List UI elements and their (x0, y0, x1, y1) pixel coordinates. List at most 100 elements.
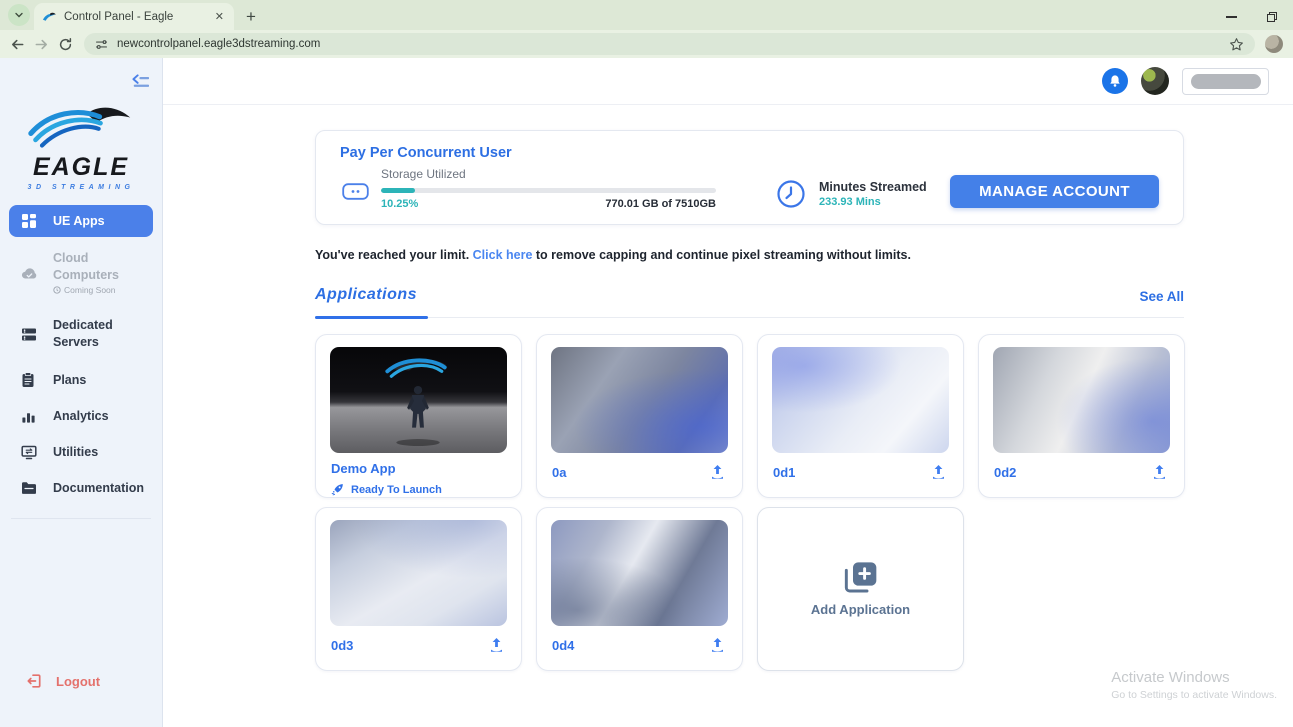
forward-arrow-icon (35, 39, 47, 49)
sidebar-divider (11, 517, 151, 519)
cloud-icon (21, 266, 38, 280)
upload-icon[interactable] (709, 637, 726, 653)
sidebar-item-label: UE Apps (53, 214, 105, 228)
notifications-button[interactable] (1102, 68, 1128, 94)
activate-windows-watermark: Activate Windows Go to Settings to activ… (1111, 669, 1277, 701)
applications-header: Applications See All (315, 286, 1184, 319)
sidebar-item-analytics[interactable]: Analytics (9, 401, 153, 432)
manage-account-button[interactable]: MANAGE ACCOUNT (950, 175, 1159, 208)
app-card-0a[interactable]: 0a (536, 334, 743, 498)
eagle-favicon-icon (42, 12, 56, 21)
reload-icon (59, 37, 71, 50)
upload-icon[interactable] (930, 464, 947, 480)
sidebar-item-dedicated-servers[interactable]: Dedicated Servers (9, 309, 153, 359)
logout-label: Logout (56, 673, 101, 689)
limit-notice-prefix: You've reached your limit. (315, 248, 473, 262)
logo-title: EAGLE (32, 153, 130, 181)
app-thumbnail (772, 347, 949, 453)
sidebar-nav: UE Apps Cloud Computers Coming Soon Dedi… (0, 205, 162, 519)
coming-soon-badge: Coming Soon (53, 285, 139, 296)
upload-icon[interactable] (709, 464, 726, 480)
see-all-link[interactable]: See All (1139, 289, 1184, 304)
sidebar-item-cloud-computers[interactable]: Cloud Computers Coming Soon (9, 242, 153, 304)
page-content: Pay Per Concurrent User Storage Utilized… (315, 130, 1185, 671)
watermark-line2: Go to Settings to activate Windows. (1111, 689, 1277, 701)
logout-icon (27, 674, 41, 688)
clock-small-icon (53, 286, 61, 295)
app-card-0d3[interactable]: 0d3 (315, 507, 522, 671)
add-application-label: Add Application (810, 602, 911, 617)
sidebar-item-label: Cloud Computers (53, 251, 119, 282)
sidebar-item-plans[interactable]: Plans (9, 364, 153, 396)
app-status: Ready To Launch (331, 483, 506, 496)
bell-icon (1110, 75, 1120, 87)
user-avatar[interactable] (1141, 67, 1169, 95)
servers-icon (21, 327, 38, 342)
rocket-icon (331, 484, 343, 496)
logo-subtitle: 3D STREAMING (27, 184, 135, 191)
new-tab-button[interactable]: + (246, 8, 256, 25)
window-controls (1226, 12, 1293, 30)
sidebar-item-documentation[interactable]: Documentation (9, 473, 153, 503)
add-application-icon (844, 562, 876, 593)
watermark-line1: Activate Windows (1111, 669, 1230, 686)
upload-icon[interactable] (1151, 464, 1168, 480)
app-card-0d4[interactable]: 0d4 (536, 507, 743, 671)
browser-tab[interactable]: Control Panel - Eagle ✕ (34, 3, 234, 30)
forward-button[interactable] (32, 35, 50, 53)
app-thumbnail (551, 520, 728, 626)
back-button[interactable] (8, 35, 26, 53)
app-name: Demo App (331, 461, 396, 476)
storage-percent: 10.25% (381, 198, 419, 210)
upload-icon[interactable] (488, 637, 505, 653)
window-restore-button[interactable] (1267, 12, 1277, 22)
sidebar-item-utilities[interactable]: Utilities (9, 437, 153, 468)
url-bar[interactable]: newcontrolpanel.eagle3dstreaming.com (84, 33, 1255, 55)
url-text: newcontrolpanel.eagle3dstreaming.com (117, 38, 321, 50)
applications-tab-underline (315, 316, 428, 319)
window-minimize-button[interactable] (1226, 16, 1237, 18)
app-card-0d1[interactable]: 0d1 (757, 334, 964, 498)
reload-button[interactable] (56, 35, 74, 53)
storage-progress-fill (381, 188, 416, 193)
browser-profile-avatar[interactable] (1265, 35, 1283, 53)
bar-chart-icon (21, 409, 38, 424)
app-card-demo-app[interactable]: Demo App Ready To Launch (315, 334, 522, 498)
chevron-down-icon (15, 12, 23, 18)
sidebar-item-label: Dedicated Servers (53, 318, 113, 350)
plan-title: Pay Per Concurrent User (340, 145, 512, 161)
app-card-0d2[interactable]: 0d2 (978, 334, 1185, 498)
limit-notice: You've reached your limit. Click here to… (315, 248, 1184, 262)
eagle-logo-icon (28, 107, 131, 148)
eagle-logo: EAGLE 3D STREAMING (0, 100, 162, 191)
app-name: 0d3 (331, 637, 354, 653)
bookmark-star-icon[interactable] (1229, 37, 1244, 52)
tab-search-button[interactable] (8, 4, 30, 26)
sidebar-collapse-button[interactable] (132, 74, 150, 93)
add-application-card[interactable]: Add Application (757, 507, 964, 671)
minutes-value: 233.93 Mins (819, 196, 881, 208)
logout-button[interactable]: Logout (27, 673, 100, 689)
browser-tabstrip: Control Panel - Eagle ✕ + (0, 0, 1293, 30)
storage-label: Storage Utilized (381, 167, 466, 181)
documentation-folder-icon (21, 481, 38, 495)
tab-close-icon[interactable]: ✕ (213, 10, 226, 23)
demo-scene-art (385, 358, 447, 446)
back-arrow-icon (11, 39, 23, 49)
utilities-monitor-icon (21, 445, 38, 460)
app-status-label: Ready To Launch (351, 483, 442, 496)
sidebar-item-label: Plans (53, 372, 87, 387)
storage-icon (342, 183, 369, 205)
account-menu[interactable] (1182, 67, 1269, 95)
storage-detail: 770.01 GB of 7510GB (605, 198, 716, 210)
account-name-placeholder (1190, 73, 1261, 89)
billing-card: Pay Per Concurrent User Storage Utilized… (315, 130, 1184, 225)
app-thumbnail (993, 347, 1170, 453)
apps-grid-icon (21, 213, 38, 229)
sidebar-item-ue-apps[interactable]: UE Apps (9, 205, 153, 237)
tab-title: Control Panel - Eagle (64, 10, 174, 23)
app-name: 0d2 (994, 464, 1017, 480)
sidebar-item-label: Documentation (53, 480, 144, 495)
remove-capping-link[interactable]: Click here (473, 248, 533, 262)
app-thumbnail (551, 347, 728, 453)
